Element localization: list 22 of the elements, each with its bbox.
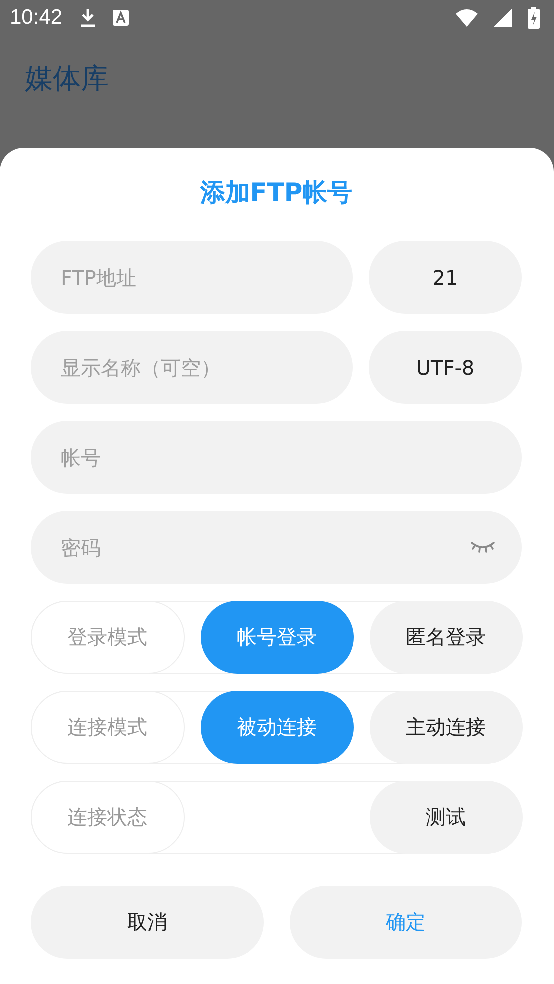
download-icon xyxy=(78,8,97,28)
row-label: 连接状态 xyxy=(30,780,184,854)
cancel-button[interactable]: 取消 xyxy=(31,886,264,959)
input-field[interactable]: 显示名称（可空） xyxy=(31,331,353,404)
input-field[interactable]: UTF-8 xyxy=(369,331,522,404)
mode-option[interactable]: 主动连接 xyxy=(370,690,522,764)
wifi-icon xyxy=(456,9,478,27)
password-field[interactable]: 密码 xyxy=(31,511,522,584)
input-field[interactable]: 帐号 xyxy=(31,421,522,494)
input-field[interactable]: 21 xyxy=(369,241,522,314)
row-label: 连接模式 xyxy=(30,690,184,764)
dialog-title: 添加FTP帐号 xyxy=(199,177,354,209)
closed-eye-icon[interactable] xyxy=(470,540,496,554)
signal-icon xyxy=(494,9,512,27)
text-icon xyxy=(112,10,129,26)
battery-icon xyxy=(528,7,540,29)
mode-option[interactable]: 匿名登录 xyxy=(370,600,522,674)
test-button[interactable]: 测试 xyxy=(370,780,522,854)
screen-title: 媒体库 xyxy=(25,61,110,96)
row-label: 登录模式 xyxy=(30,600,184,674)
input-field[interactable]: FTP地址 xyxy=(31,241,353,314)
clock: 10:42 xyxy=(10,6,63,30)
